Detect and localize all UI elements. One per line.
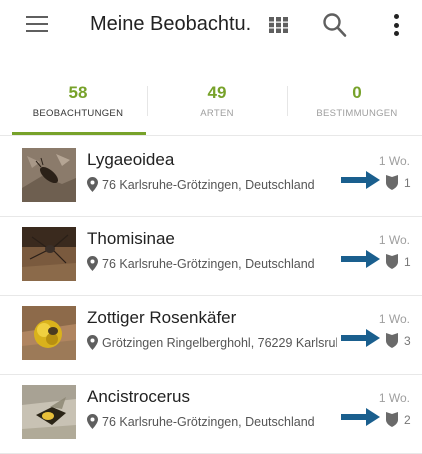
shield-icon [386, 254, 398, 269]
location-text: 76 Karlsruhe-Grötzingen, Deutschland [102, 415, 315, 429]
hamburger-menu-icon[interactable] [26, 16, 48, 34]
identification-count: 2 [404, 413, 411, 427]
location-text: 76 Karlsruhe-Grötzingen, Deutschland [102, 257, 315, 271]
observation-time: 1 Wo. [378, 391, 410, 405]
map-pin-icon [87, 177, 98, 192]
map-pin-icon [87, 256, 98, 271]
tab-label: BEOBACHTUNGEN [32, 108, 124, 119]
observation-name: Lygaeoidea [87, 150, 175, 169]
observation-time: 1 Wo. [378, 154, 410, 168]
observation-name: Thomisinae [87, 229, 175, 248]
more-vertical-icon[interactable] [393, 13, 401, 37]
tab-count: 58 [68, 83, 88, 102]
arrow-right-icon [341, 329, 380, 347]
shield-icon [386, 412, 398, 427]
search-icon[interactable] [322, 11, 348, 39]
map-pin-icon [87, 335, 98, 350]
arrow-right-icon [341, 250, 380, 268]
observation-location: 76 Karlsruhe-Grötzingen, Deutschland [87, 256, 337, 274]
tab-label: ARTEN [200, 108, 234, 119]
shield-icon [386, 333, 398, 348]
tab-count: 0 [352, 83, 362, 102]
page-title: Meine Beobachtu... [90, 13, 250, 35]
stats-tabs: 58 BEOBACHTUNGEN 49 ARTEN 0 BESTIMMUNGEN [0, 80, 422, 136]
tab-label: BESTIMMUNGEN [316, 108, 398, 119]
observation-photo [22, 306, 76, 360]
observation-location: Grötzingen Ringelberghohl, 76229 Karlsru… [87, 335, 337, 353]
tab-beobachtungen[interactable]: 58 BEOBACHTUNGEN [8, 80, 148, 133]
observation-photo [22, 148, 76, 202]
observation-location: 76 Karlsruhe-Grötzingen, Deutschland [87, 414, 337, 432]
identification-count: 3 [404, 334, 411, 348]
arrow-right-icon [341, 408, 380, 426]
identification-count: 1 [404, 176, 411, 190]
list-item[interactable]: Lygaeoidea 1 Wo. 76 Karlsruhe-Grötzingen… [0, 138, 422, 217]
map-pin-icon [87, 414, 98, 429]
observation-time: 1 Wo. [378, 312, 410, 326]
observation-photo [22, 227, 76, 281]
shield-icon [386, 175, 398, 190]
grid-view-icon[interactable] [269, 17, 288, 33]
list-item[interactable]: Thomisinae 1 Wo. 76 Karlsruhe-Grötzingen… [0, 217, 422, 296]
tabs-divider [0, 135, 422, 136]
tab-bestimmungen[interactable]: 0 BESTIMMUNGEN [287, 80, 422, 133]
observation-name: Zottiger Rosenkäfer [87, 308, 237, 327]
arrow-right-icon [341, 171, 380, 189]
observation-location: 76 Karlsruhe-Grötzingen, Deutschland [87, 177, 337, 195]
list-item[interactable]: Ancistrocerus 1 Wo. 76 Karlsruhe-Grötzin… [0, 375, 422, 454]
location-text: 76 Karlsruhe-Grötzingen, Deutschland [102, 178, 315, 192]
location-text: Grötzingen Ringelberghohl, 76229 Karlsru… [102, 336, 337, 350]
tab-arten[interactable]: 49 ARTEN [147, 80, 287, 133]
tab-count: 49 [207, 83, 227, 102]
observation-time: 1 Wo. [378, 233, 410, 247]
identification-count: 1 [404, 255, 411, 269]
list-item[interactable]: Zottiger Rosenkäfer 1 Wo. Grötzingen Rin… [0, 296, 422, 375]
app-bar: Meine Beobachtu... [0, 0, 422, 56]
observation-name: Ancistrocerus [87, 387, 190, 406]
